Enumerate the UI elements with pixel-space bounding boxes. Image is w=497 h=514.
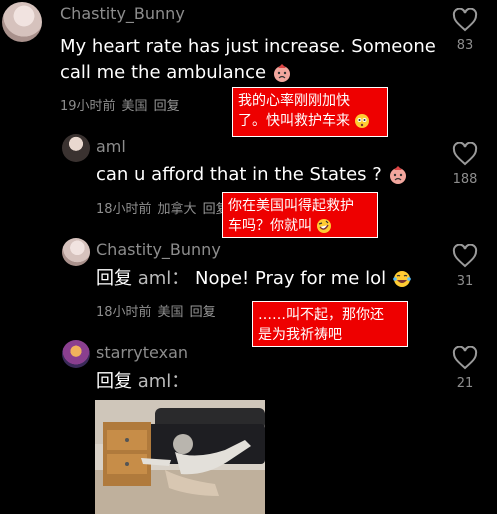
mention-aml[interactable]: aml： [138,268,190,289]
reply-prefix: 回复 [96,268,132,289]
translation-note: ……叫不起，那你还 是为我祈祷吧 [252,301,408,347]
comment-text-line: can u afford that in the States ? [96,162,408,188]
reply-prefix: 回复 [96,371,132,392]
heart-outline-icon[interactable] [452,346,478,370]
comment-text-line-2: call me the ambulance [60,60,292,86]
comment-location: 美国 [157,305,184,320]
translation-text: 了。快叫救护车来 [238,113,350,129]
reply-button[interactable]: 回复 [190,305,216,320]
comment-text-line-1: My heart rate has just increase. Someone [60,36,436,57]
rofl-face-emoji-icon [317,219,332,233]
comment-username[interactable]: Chastity_Bunny [60,4,185,23]
like-button[interactable]: 21 [445,346,485,391]
translation-line-1: 你在美国叫得起救护 [228,198,354,214]
translation-line-2: 是为我祈祷吧 [258,327,342,343]
comment-text-line: 回复 aml： [96,369,189,395]
sick-face-emoji-icon [389,166,406,184]
comment-time: 18小时前 [96,305,152,320]
like-button[interactable]: 83 [445,8,485,53]
comment-username[interactable]: starrytexan [96,343,188,362]
translation-note: 我的心率刚刚加快 了。快叫救护车来 [232,87,388,137]
heart-outline-icon[interactable] [452,8,478,32]
comment-time: 19小时前 [60,99,116,114]
translation-note: 你在美国叫得起救护 车吗？你就叫 [222,192,378,238]
flushed-face-emoji-icon [355,114,370,128]
comment-time: 18小时前 [96,202,152,217]
translation-line-1: 我的心率刚刚加快 [238,93,350,109]
comment-username[interactable]: Chastity_Bunny [96,240,221,259]
comment-meta: 18小时前 美国 回复 [96,301,222,320]
comment-text: can u afford that in the States ? [96,164,382,185]
comment-location: 加拿大 [157,202,197,217]
sick-face-emoji-icon [273,64,290,82]
translation-line-1: ……叫不起，那你还 [258,307,384,323]
comment-image[interactable] [95,400,265,514]
like-button[interactable]: 31 [445,244,485,289]
comment-username[interactable]: aml [96,137,126,156]
comment-meta: 19小时前 美国 回复 [60,95,186,114]
comment-text: Nope! Pray for me lol [195,268,387,289]
comment-text-line: 回复 aml： Nope! Pray for me lol [96,266,412,292]
avatar-aml[interactable] [62,134,90,162]
avatar-chastity-bunny-1[interactable] [2,2,42,42]
like-count: 188 [452,172,478,187]
like-count: 31 [456,274,474,289]
translation-text: 车吗？你就叫 [228,218,312,234]
like-count: 83 [456,38,474,53]
heart-outline-icon[interactable] [452,142,478,166]
reply-button[interactable]: 回复 [154,99,180,114]
translation-line-2: 车吗？你就叫 [228,216,372,236]
tears-of-joy-emoji-icon [393,271,411,287]
comment-meta: 18小时前 加拿大 回复 [96,198,235,217]
avatar-chastity-bunny-2[interactable] [62,238,90,266]
mention-aml[interactable]: aml： [138,371,190,392]
avatar-starrytexan[interactable] [62,340,90,368]
like-button[interactable]: 188 [445,142,485,187]
heart-outline-icon[interactable] [452,244,478,268]
like-count: 21 [456,376,474,391]
comment-text: call me the ambulance [60,62,267,83]
translation-line-2: 了。快叫救护车来 [238,111,382,131]
comment-location: 美国 [121,99,148,114]
